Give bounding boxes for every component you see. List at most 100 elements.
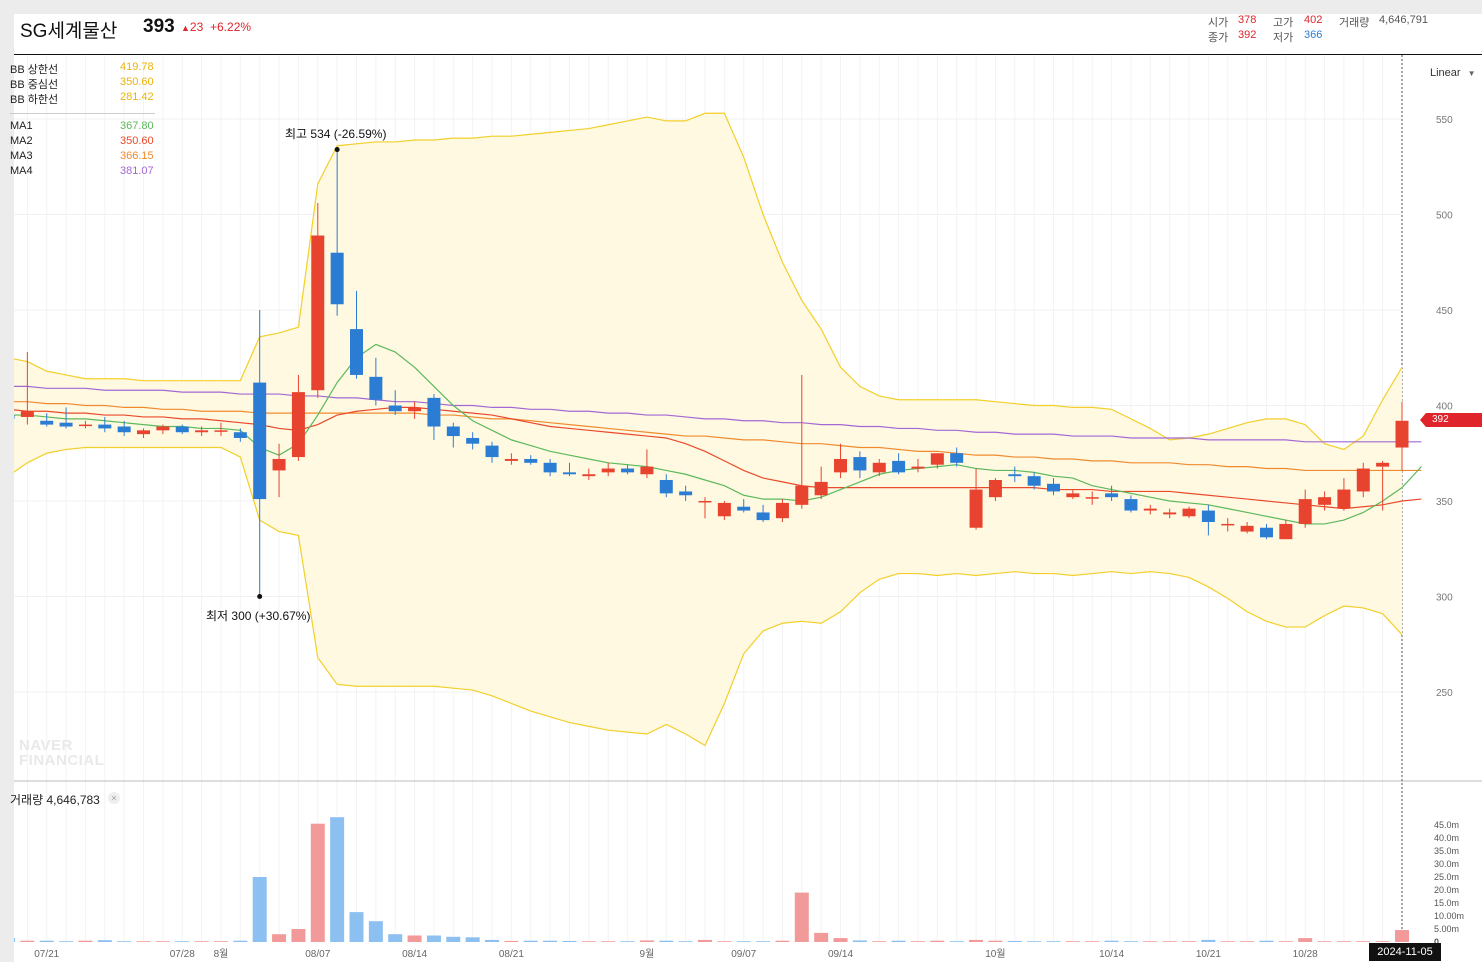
volume-bar (14, 938, 15, 942)
legend-label: MA1 (10, 120, 33, 132)
volume-bar (1027, 941, 1042, 942)
volume-bar (620, 941, 635, 942)
candle-body (98, 424, 112, 429)
legend-label: BB 상한선 (10, 64, 59, 76)
volume-bar (1123, 941, 1138, 942)
candle-body (14, 415, 15, 419)
volume-bar (349, 912, 364, 942)
high-value: 402 (1304, 14, 1323, 26)
candle-body (1008, 474, 1022, 477)
x-tick-label: 8월 (214, 948, 229, 960)
legend-ma2: MA2 350.60 (10, 135, 154, 147)
stock-change-rate: +6.22% (210, 20, 252, 34)
candle-body (756, 512, 770, 521)
volume-bar (1317, 941, 1332, 942)
candle-body (1376, 462, 1390, 467)
candle-body (1279, 523, 1293, 540)
volume-bar (272, 934, 287, 942)
candle-body (1201, 510, 1215, 523)
candle-body (1124, 499, 1138, 511)
volume-bar (1162, 941, 1177, 942)
volume-bar (1356, 941, 1371, 942)
candle-body (446, 426, 460, 437)
volume-bar (213, 941, 228, 942)
legend-value: 366.15 (120, 150, 154, 162)
x-tick-label: 10/28 (1293, 949, 1318, 960)
legend-value: 381.07 (120, 165, 154, 177)
volume-bar (59, 941, 74, 942)
volume-bar (775, 940, 790, 942)
legend-value: 350.60 (120, 76, 154, 88)
x-tick-label: 07/21 (34, 949, 59, 960)
volume-tick-label: 30.0m (1434, 859, 1459, 869)
scale-mode-label: Linear (1430, 67, 1461, 79)
candle-body (834, 458, 848, 473)
chart-frame: 250 300 350 400 450 500 550 0 5.00m 10.00m 15.0m 20… (14, 14, 1482, 962)
candle-body (930, 453, 944, 465)
x-tick-label: 08/07 (305, 949, 330, 960)
volume-tick-label: 45.0m (1434, 820, 1459, 830)
naver-financial-watermark: NAVER FINANCIAL (19, 738, 104, 768)
candle-body (853, 457, 867, 471)
x-tick-label: 07/28 (170, 949, 195, 960)
candle-body (737, 506, 751, 511)
candle-body (892, 460, 906, 473)
stock-change-value: 23 (189, 20, 204, 34)
open-value: 378 (1238, 14, 1257, 26)
candle-body (562, 472, 576, 475)
volume-value: 4,646,791 (1379, 14, 1428, 26)
candle-body (543, 462, 557, 473)
volume-bar (891, 940, 906, 942)
volume-bar (736, 941, 751, 942)
volume-bar (155, 941, 170, 942)
candle-body (20, 411, 34, 417)
volume-bar (659, 940, 674, 942)
close-icon[interactable]: × (108, 792, 120, 804)
volume-bar (1220, 941, 1235, 942)
legend-ma4: MA4 381.07 (10, 165, 154, 177)
volume-bar (1201, 939, 1216, 942)
candle-body (1221, 523, 1235, 526)
candle-body (40, 420, 54, 425)
stock-price: 393 (143, 16, 175, 37)
volume-tick-label: 35.0m (1434, 846, 1459, 856)
current-date-tag: 2024-11-05 (1369, 943, 1441, 961)
candle-body (640, 466, 654, 475)
y-tick-label: 300 (1436, 593, 1453, 604)
legend-label: MA3 (10, 150, 33, 162)
volume-bar (446, 936, 461, 942)
volume-bar (1259, 940, 1274, 942)
volume-bar (794, 892, 809, 942)
volume-bar (1298, 938, 1313, 942)
candle-body (272, 458, 286, 471)
volume-bar (194, 941, 209, 942)
volume-bar (20, 940, 35, 942)
volume-bar (78, 940, 93, 942)
y-tick-label: 550 (1436, 115, 1453, 126)
volume-bar (407, 935, 422, 942)
candle-body (814, 481, 828, 496)
volume-bar (639, 940, 654, 942)
scale-mode-dropdown[interactable]: Linear ▼ (1430, 67, 1476, 79)
candle-body (1182, 508, 1196, 517)
candle-body (775, 502, 789, 519)
high-label: 고가 (1273, 17, 1294, 29)
volume-label: 거래량 (1339, 17, 1370, 29)
y-tick-label: 250 (1436, 688, 1453, 699)
candle-body (388, 405, 402, 412)
high-marker (334, 147, 340, 153)
legend-label: MA4 (10, 165, 33, 177)
chart-canvas[interactable]: 25030035040045050055005.00m10.00m15.0m20… (14, 14, 1482, 962)
volume-bar (1085, 941, 1100, 942)
volume-bar (814, 932, 829, 942)
candle-body (233, 432, 247, 438)
volume-bar (930, 940, 945, 942)
candle-body (969, 489, 983, 528)
candle-body (582, 474, 596, 477)
candle-body (950, 453, 964, 463)
candle-body (911, 466, 925, 469)
legend-divider (10, 113, 155, 114)
volume-bar (1395, 930, 1409, 942)
x-tick-label: 08/14 (402, 949, 427, 960)
candle-body (291, 392, 305, 458)
